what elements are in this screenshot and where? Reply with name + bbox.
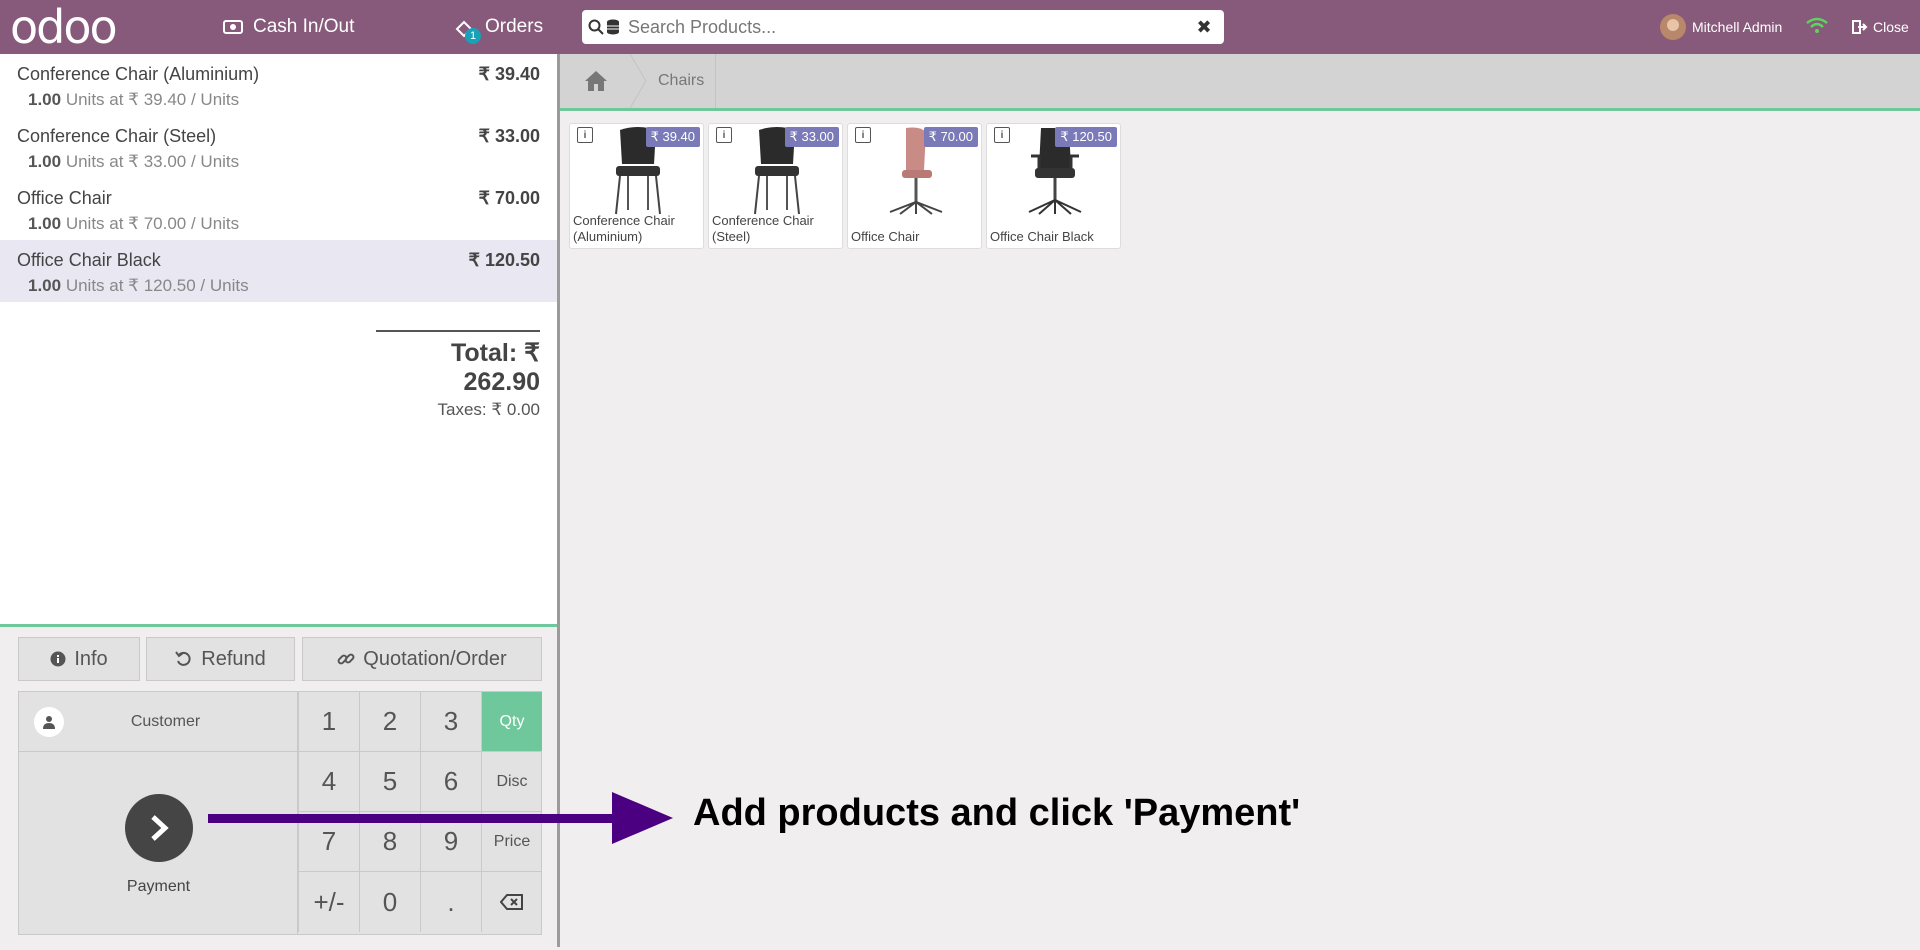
order-line-info: 1.00 Units at ₹ 39.40 / Units <box>28 90 239 110</box>
user-menu[interactable]: Mitchell Admin <box>1660 0 1782 54</box>
order-line-info: 1.00 Units at ₹ 70.00 / Units <box>28 214 239 234</box>
payment-button[interactable] <box>125 794 193 862</box>
breadcrumb-chairs[interactable]: Chairs <box>658 54 704 108</box>
plus-minus-key[interactable]: +/- <box>298 872 359 932</box>
qty-mode-button[interactable]: Qty <box>481 692 542 752</box>
product-info-icon[interactable]: i <box>855 127 871 143</box>
refund-label: Refund <box>201 647 266 670</box>
order-line-unit-info: Units at ₹ 39.40 / Units <box>61 90 240 109</box>
order-line-name: Conference Chair (Steel) <box>17 126 217 146</box>
decimal-key[interactable]: . <box>420 872 481 932</box>
order-line-info: 1.00 Units at ₹ 120.50 / Units <box>28 276 249 296</box>
link-icon <box>337 653 355 665</box>
odoo-logo: odoo <box>10 0 118 54</box>
product-name: Conference Chair (Aluminium) <box>573 213 675 244</box>
order-total: Total: ₹ 262.90 <box>450 339 540 396</box>
order-line-price: ₹ 33.00 <box>478 126 541 146</box>
hint-arrow-icon <box>208 792 673 844</box>
order-line-qty: 1.00 <box>28 152 62 171</box>
search-icon <box>588 19 604 35</box>
top-bar: odoo Cash In/Out 1 Orders Search Product… <box>0 0 1920 54</box>
product-name: Office Chair <box>851 229 920 244</box>
clear-search-icon[interactable]: ✖ <box>1184 17 1224 38</box>
order-totals: Total: ₹ 262.90 Taxes: ₹ 0.00 <box>376 330 540 420</box>
product-card[interactable]: i ₹ 39.40 Conference Chair (Aluminium) <box>569 123 704 249</box>
order-line[interactable]: Conference Chair (Steel) ₹ 33.00 1.00 Un… <box>0 116 557 178</box>
product-info-icon[interactable]: i <box>716 127 732 143</box>
wifi-icon <box>1806 17 1828 33</box>
product-card[interactable]: i ₹ 120.50 Office Chair Black <box>986 123 1121 249</box>
info-icon <box>50 651 66 667</box>
quotation-order-button[interactable]: Quotation/Order <box>302 637 542 681</box>
order-line[interactable]: Office Chair ₹ 70.00 1.00 Units at ₹ 70.… <box>0 178 557 240</box>
user-icon <box>34 706 64 737</box>
order-line-price: ₹ 70.00 <box>478 188 541 208</box>
control-panel: Info Refund Quotation/Order Customer Pay… <box>0 624 557 950</box>
order-line-qty: 1.00 <box>28 214 62 233</box>
user-name: Mitchell Admin <box>1692 19 1783 35</box>
customer-label: Customer <box>130 712 201 730</box>
product-card[interactable]: i ₹ 70.00 Office Chair <box>847 123 982 249</box>
info-label: Info <box>74 647 108 670</box>
order-line-info: 1.00 Units at ₹ 33.00 / Units <box>28 152 239 172</box>
order-line-name: Office Chair <box>17 188 112 208</box>
home-icon <box>585 71 607 91</box>
order-taxes: Taxes: ₹ 0.00 <box>437 400 540 419</box>
chevron-right-icon <box>151 815 169 841</box>
product-price-tag: ₹ 39.40 <box>645 127 700 147</box>
close-label: Close <box>1873 19 1909 35</box>
sign-out-icon <box>1852 20 1868 34</box>
close-button[interactable]: Close <box>1852 0 1909 54</box>
home-category-button[interactable] <box>560 54 632 108</box>
orders-button[interactable]: 1 Orders <box>455 0 543 54</box>
order-line-qty: 1.00 <box>28 276 62 295</box>
cash-in-out-label: Cash In/Out <box>253 16 355 37</box>
product-price-tag: ₹ 70.00 <box>923 127 978 147</box>
payment-label: Payment <box>126 878 191 895</box>
product-info-icon[interactable]: i <box>994 127 1010 143</box>
order-line-qty: 1.00 <box>28 90 62 109</box>
order-line-price: ₹ 39.40 <box>478 64 541 84</box>
money-icon <box>223 20 243 34</box>
numpad-key-0[interactable]: 0 <box>359 872 420 932</box>
order-line-unit-info: Units at ₹ 33.00 / Units <box>61 152 240 171</box>
refund-button[interactable]: Refund <box>146 637 295 681</box>
user-avatar <box>1660 14 1686 40</box>
category-breadcrumb: Chairs <box>560 54 1920 111</box>
product-name: Office Chair Black <box>990 229 1094 244</box>
order-line-price: ₹ 120.50 <box>468 250 540 270</box>
undo-icon <box>175 651 191 666</box>
quotation-order-label: Quotation/Order <box>363 647 507 670</box>
product-info-icon[interactable]: i <box>577 127 593 143</box>
numpad-key-2[interactable]: 2 <box>359 692 420 752</box>
product-card[interactable]: i ₹ 33.00 Conference Chair (Steel) <box>708 123 843 249</box>
backspace-icon <box>500 894 523 910</box>
breadcrumb-separator <box>629 54 647 108</box>
hint-text: Add products and click 'Payment' <box>693 792 1301 834</box>
order-line-selected[interactable]: Office Chair Black ₹ 120.50 1.00 Units a… <box>0 240 557 302</box>
product-price-tag: ₹ 120.50 <box>1055 127 1117 147</box>
cash-in-out-button[interactable]: Cash In/Out <box>223 0 354 54</box>
order-line-name: Office Chair Black <box>17 250 161 270</box>
orders-count-badge: 1 <box>465 28 481 44</box>
product-price-tag: ₹ 33.00 <box>784 127 839 147</box>
info-button[interactable]: Info <box>18 637 140 681</box>
order-line-unit-info: Units at ₹ 70.00 / Units <box>61 214 240 233</box>
backspace-button[interactable] <box>481 872 542 932</box>
order-line-name: Conference Chair (Aluminium) <box>17 64 260 84</box>
order-line-unit-info: Units at ₹ 120.50 / Units <box>61 276 249 295</box>
order-line[interactable]: Conference Chair (Aluminium) ₹ 39.40 1.0… <box>0 54 557 116</box>
product-name: Conference Chair (Steel) <box>712 213 814 244</box>
numpad-key-1[interactable]: 1 <box>298 692 359 752</box>
breadcrumb-divider <box>715 54 716 108</box>
database-icon <box>607 19 619 35</box>
customer-button[interactable]: Customer <box>19 692 298 752</box>
numpad-key-3[interactable]: 3 <box>420 692 481 752</box>
orders-label: Orders <box>485 16 544 37</box>
search-input[interactable] <box>626 11 1184 43</box>
product-search-box: ✖ <box>582 10 1224 44</box>
